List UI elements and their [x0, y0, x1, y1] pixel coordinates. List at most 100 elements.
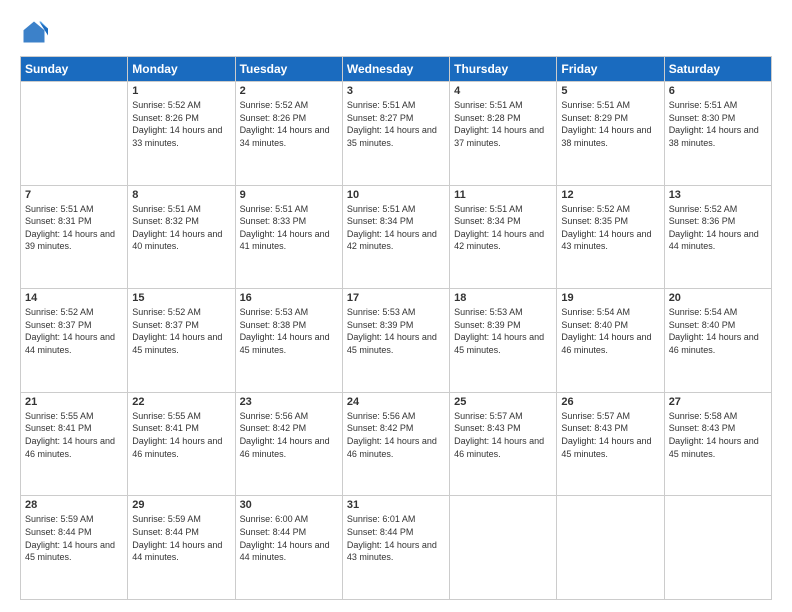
- day-header-row: SundayMondayTuesdayWednesdayThursdayFrid…: [21, 57, 772, 82]
- cell-info: Sunrise: 5:59 AM Sunset: 8:44 PM Dayligh…: [25, 513, 123, 563]
- week-row-1: 1 Sunrise: 5:52 AM Sunset: 8:26 PM Daylig…: [21, 82, 772, 186]
- calendar-cell: 4 Sunrise: 5:51 AM Sunset: 8:28 PM Daylig…: [450, 82, 557, 186]
- calendar-cell: 22 Sunrise: 5:55 AM Sunset: 8:41 PM Dayli…: [128, 392, 235, 496]
- cell-info: Sunrise: 5:52 AM Sunset: 8:37 PM Dayligh…: [132, 306, 230, 356]
- day-number: 17: [347, 292, 445, 304]
- header: [20, 18, 772, 46]
- day-number: 30: [240, 499, 338, 511]
- page: SundayMondayTuesdayWednesdayThursdayFrid…: [0, 0, 792, 612]
- day-number: 24: [347, 396, 445, 408]
- calendar-cell: 27 Sunrise: 5:58 AM Sunset: 8:43 PM Dayli…: [664, 392, 771, 496]
- day-number: 5: [561, 85, 659, 97]
- calendar-cell: 3 Sunrise: 5:51 AM Sunset: 8:27 PM Daylig…: [342, 82, 449, 186]
- calendar-cell: 2 Sunrise: 5:52 AM Sunset: 8:26 PM Daylig…: [235, 82, 342, 186]
- week-row-5: 28Sunrise: 5:59 AM Sunset: 8:44 PM Dayli…: [21, 496, 772, 600]
- week-row-2: 7 Sunrise: 5:51 AM Sunset: 8:31 PM Daylig…: [21, 185, 772, 289]
- calendar-cell: 9Sunrise: 5:51 AM Sunset: 8:33 PM Daylig…: [235, 185, 342, 289]
- logo: [20, 18, 52, 46]
- day-number: 12: [561, 189, 659, 201]
- calendar-cell: [21, 82, 128, 186]
- cell-info: Sunrise: 5:56 AM Sunset: 8:42 PM Dayligh…: [347, 410, 445, 460]
- cell-info: Sunrise: 5:55 AM Sunset: 8:41 PM Dayligh…: [132, 410, 230, 460]
- cell-info: Sunrise: 5:51 AM Sunset: 8:29 PM Dayligh…: [561, 99, 659, 149]
- day-header-wednesday: Wednesday: [342, 57, 449, 82]
- cell-info: Sunrise: 5:57 AM Sunset: 8:43 PM Dayligh…: [561, 410, 659, 460]
- calendar-cell: [450, 496, 557, 600]
- day-number: 22: [132, 396, 230, 408]
- calendar-cell: 5 Sunrise: 5:51 AM Sunset: 8:29 PM Daylig…: [557, 82, 664, 186]
- day-number: 1: [132, 85, 230, 97]
- cell-info: Sunrise: 5:53 AM Sunset: 8:38 PM Dayligh…: [240, 306, 338, 356]
- cell-info: Sunrise: 5:53 AM Sunset: 8:39 PM Dayligh…: [347, 306, 445, 356]
- day-number: 21: [25, 396, 123, 408]
- day-number: 15: [132, 292, 230, 304]
- cell-info: Sunrise: 5:52 AM Sunset: 8:26 PM Dayligh…: [240, 99, 338, 149]
- calendar-cell: 25Sunrise: 5:57 AM Sunset: 8:43 PM Dayli…: [450, 392, 557, 496]
- day-number: 2: [240, 85, 338, 97]
- day-number: 8: [132, 189, 230, 201]
- logo-icon: [20, 18, 48, 46]
- cell-info: Sunrise: 5:53 AM Sunset: 8:39 PM Dayligh…: [454, 306, 552, 356]
- day-number: 13: [669, 189, 767, 201]
- cell-info: Sunrise: 5:51 AM Sunset: 8:27 PM Dayligh…: [347, 99, 445, 149]
- calendar-cell: 20Sunrise: 5:54 AM Sunset: 8:40 PM Dayli…: [664, 289, 771, 393]
- cell-info: Sunrise: 5:51 AM Sunset: 8:30 PM Dayligh…: [669, 99, 767, 149]
- calendar-cell: 10 Sunrise: 5:51 AM Sunset: 8:34 PM Dayli…: [342, 185, 449, 289]
- calendar-cell: 8 Sunrise: 5:51 AM Sunset: 8:32 PM Daylig…: [128, 185, 235, 289]
- calendar-cell: 16 Sunrise: 5:53 AM Sunset: 8:38 PM Dayli…: [235, 289, 342, 393]
- calendar-cell: 14Sunrise: 5:52 AM Sunset: 8:37 PM Dayli…: [21, 289, 128, 393]
- day-number: 10: [347, 189, 445, 201]
- week-row-3: 14Sunrise: 5:52 AM Sunset: 8:37 PM Dayli…: [21, 289, 772, 393]
- calendar-cell: 11 Sunrise: 5:51 AM Sunset: 8:34 PM Dayli…: [450, 185, 557, 289]
- calendar-cell: 21 Sunrise: 5:55 AM Sunset: 8:41 PM Dayli…: [21, 392, 128, 496]
- day-number: 3: [347, 85, 445, 97]
- day-number: 29: [132, 499, 230, 511]
- cell-info: Sunrise: 5:52 AM Sunset: 8:26 PM Dayligh…: [132, 99, 230, 149]
- calendar-cell: 24 Sunrise: 5:56 AM Sunset: 8:42 PM Dayli…: [342, 392, 449, 496]
- day-header-sunday: Sunday: [21, 57, 128, 82]
- cell-info: Sunrise: 5:51 AM Sunset: 8:34 PM Dayligh…: [454, 203, 552, 253]
- day-number: 6: [669, 85, 767, 97]
- cell-info: Sunrise: 5:51 AM Sunset: 8:31 PM Dayligh…: [25, 203, 123, 253]
- cell-info: Sunrise: 5:52 AM Sunset: 8:36 PM Dayligh…: [669, 203, 767, 253]
- cell-info: Sunrise: 5:55 AM Sunset: 8:41 PM Dayligh…: [25, 410, 123, 460]
- day-number: 4: [454, 85, 552, 97]
- day-number: 16: [240, 292, 338, 304]
- cell-info: Sunrise: 5:58 AM Sunset: 8:43 PM Dayligh…: [669, 410, 767, 460]
- cell-info: Sunrise: 5:52 AM Sunset: 8:37 PM Dayligh…: [25, 306, 123, 356]
- day-number: 18: [454, 292, 552, 304]
- calendar-cell: 19 Sunrise: 5:54 AM Sunset: 8:40 PM Dayli…: [557, 289, 664, 393]
- calendar-table: SundayMondayTuesdayWednesdayThursdayFrid…: [20, 56, 772, 600]
- calendar-cell: 23 Sunrise: 5:56 AM Sunset: 8:42 PM Dayli…: [235, 392, 342, 496]
- day-number: 23: [240, 396, 338, 408]
- calendar-cell: 13 Sunrise: 5:52 AM Sunset: 8:36 PM Dayli…: [664, 185, 771, 289]
- day-number: 20: [669, 292, 767, 304]
- calendar-cell: 26 Sunrise: 5:57 AM Sunset: 8:43 PM Dayli…: [557, 392, 664, 496]
- day-number: 31: [347, 499, 445, 511]
- day-number: 19: [561, 292, 659, 304]
- day-number: 25: [454, 396, 552, 408]
- day-number: 11: [454, 189, 552, 201]
- cell-info: Sunrise: 5:56 AM Sunset: 8:42 PM Dayligh…: [240, 410, 338, 460]
- calendar-cell: 18 Sunrise: 5:53 AM Sunset: 8:39 PM Dayli…: [450, 289, 557, 393]
- week-row-4: 21 Sunrise: 5:55 AM Sunset: 8:41 PM Dayli…: [21, 392, 772, 496]
- calendar-cell: 7 Sunrise: 5:51 AM Sunset: 8:31 PM Daylig…: [21, 185, 128, 289]
- cell-info: Sunrise: 5:51 AM Sunset: 8:34 PM Dayligh…: [347, 203, 445, 253]
- day-header-saturday: Saturday: [664, 57, 771, 82]
- day-header-thursday: Thursday: [450, 57, 557, 82]
- cell-info: Sunrise: 5:51 AM Sunset: 8:28 PM Dayligh…: [454, 99, 552, 149]
- calendar-cell: 30 Sunrise: 6:00 AM Sunset: 8:44 PM Dayli…: [235, 496, 342, 600]
- day-number: 7: [25, 189, 123, 201]
- calendar-cell: 15 Sunrise: 5:52 AM Sunset: 8:37 PM Dayli…: [128, 289, 235, 393]
- cell-info: Sunrise: 5:51 AM Sunset: 8:32 PM Dayligh…: [132, 203, 230, 253]
- day-number: 27: [669, 396, 767, 408]
- calendar-cell: [557, 496, 664, 600]
- calendar-cell: 17 Sunrise: 5:53 AM Sunset: 8:39 PM Dayli…: [342, 289, 449, 393]
- calendar-cell: 29 Sunrise: 5:59 AM Sunset: 8:44 PM Dayli…: [128, 496, 235, 600]
- calendar-cell: 6 Sunrise: 5:51 AM Sunset: 8:30 PM Daylig…: [664, 82, 771, 186]
- cell-info: Sunrise: 5:54 AM Sunset: 8:40 PM Dayligh…: [561, 306, 659, 356]
- cell-info: Sunrise: 5:59 AM Sunset: 8:44 PM Dayligh…: [132, 513, 230, 563]
- cell-info: Sunrise: 6:00 AM Sunset: 8:44 PM Dayligh…: [240, 513, 338, 563]
- calendar-cell: 1 Sunrise: 5:52 AM Sunset: 8:26 PM Daylig…: [128, 82, 235, 186]
- day-number: 26: [561, 396, 659, 408]
